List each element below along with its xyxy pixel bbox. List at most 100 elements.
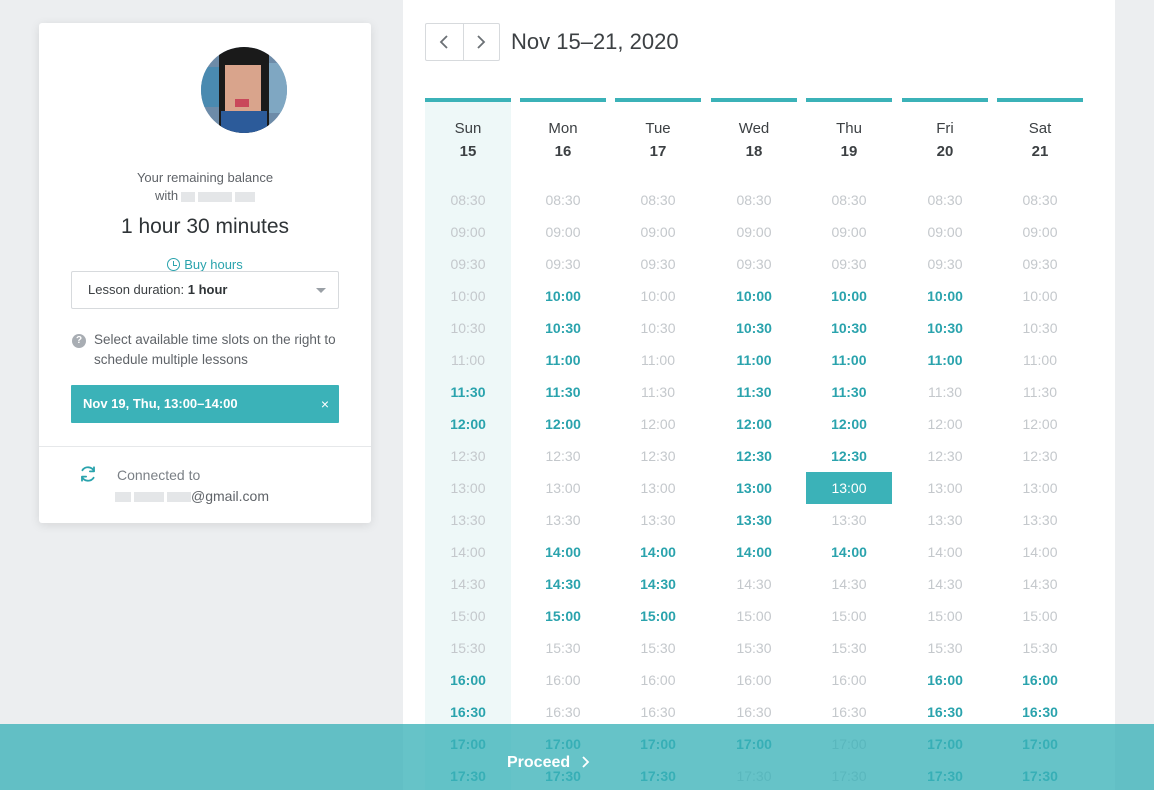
time-slot-available[interactable]: 11:00 bbox=[711, 344, 797, 376]
chevron-down-icon bbox=[316, 288, 326, 293]
balance-label: Your remaining balance bbox=[136, 170, 274, 185]
time-slot-available[interactable]: 14:00 bbox=[806, 536, 892, 568]
time-slot-selected[interactable]: 13:00 bbox=[806, 472, 892, 504]
day-header-bar bbox=[615, 98, 701, 102]
next-week-button[interactable] bbox=[462, 24, 500, 60]
time-slot-unavailable: 09:00 bbox=[736, 224, 772, 240]
sync-icon bbox=[81, 466, 95, 482]
day-name: Mon bbox=[548, 120, 578, 137]
time-slot-unavailable: 13:30 bbox=[450, 512, 486, 528]
time-slot-available[interactable]: 14:00 bbox=[520, 536, 606, 568]
day-column-sat: Sat 21 bbox=[997, 98, 1083, 160]
time-slot-available[interactable]: 12:00 bbox=[806, 408, 892, 440]
proceed-bar: Proceed bbox=[0, 724, 1154, 790]
time-slot-available[interactable]: 13:30 bbox=[711, 504, 797, 536]
time-slot-unavailable: 08:30 bbox=[831, 192, 867, 208]
prev-week-button[interactable] bbox=[426, 24, 463, 60]
time-slot-unavailable: 13:00 bbox=[1022, 480, 1058, 496]
time-slot-unavailable: 09:30 bbox=[1022, 256, 1058, 272]
time-slot-unavailable: 09:30 bbox=[545, 256, 581, 272]
day-number: 20 bbox=[936, 143, 954, 160]
lesson-duration-select[interactable]: Lesson duration: 1 hour bbox=[71, 271, 339, 309]
time-slot-available[interactable]: 15:00 bbox=[520, 600, 606, 632]
day-header-bar bbox=[711, 98, 797, 102]
time-slot-unavailable: 08:30 bbox=[1022, 192, 1058, 208]
time-slot-available[interactable]: 10:30 bbox=[806, 312, 892, 344]
day-header-bar bbox=[902, 98, 988, 102]
divider bbox=[39, 446, 371, 447]
week-title: Nov 15–21, 2020 bbox=[511, 29, 679, 54]
time-slot-available[interactable]: 14:00 bbox=[711, 536, 797, 568]
time-slot-available[interactable]: 16:00 bbox=[997, 664, 1083, 696]
day-name: Fri bbox=[936, 120, 954, 137]
time-slot-unavailable: 13:30 bbox=[545, 512, 581, 528]
time-slot-available[interactable]: 10:00 bbox=[520, 280, 606, 312]
time-slot-available[interactable]: 11:00 bbox=[806, 344, 892, 376]
day-header-bar bbox=[425, 98, 511, 102]
time-slot-unavailable: 13:00 bbox=[640, 480, 676, 496]
close-icon[interactable]: × bbox=[321, 385, 329, 423]
balance-with-label: with bbox=[154, 188, 179, 203]
time-slot-unavailable: 08:30 bbox=[545, 192, 581, 208]
time-slot-available[interactable]: 11:30 bbox=[520, 376, 606, 408]
day-header-bar bbox=[806, 98, 892, 102]
time-slot-available[interactable]: 10:00 bbox=[806, 280, 892, 312]
day-column-mon: Mon 16 bbox=[520, 98, 606, 160]
time-slot-unavailable: 09:30 bbox=[640, 256, 676, 272]
time-slot-unavailable: 15:30 bbox=[831, 640, 867, 656]
time-slot-available[interactable]: 14:30 bbox=[615, 568, 701, 600]
time-slot-unavailable: 12:00 bbox=[927, 416, 963, 432]
redacted-name bbox=[181, 191, 196, 202]
time-slot-available[interactable]: 12:30 bbox=[711, 440, 797, 472]
time-slot-available[interactable]: 16:00 bbox=[425, 664, 511, 696]
time-slot-available[interactable]: 14:00 bbox=[615, 536, 701, 568]
time-slot-available[interactable]: 11:00 bbox=[902, 344, 988, 376]
time-slot-unavailable: 09:30 bbox=[927, 256, 963, 272]
time-slot-available[interactable]: 15:00 bbox=[615, 600, 701, 632]
time-slot-unavailable: 12:30 bbox=[1022, 448, 1058, 464]
day-name: Sat bbox=[1028, 120, 1052, 137]
lesson-duration-label: Lesson duration: bbox=[88, 282, 185, 297]
time-slot-available[interactable]: 11:00 bbox=[520, 344, 606, 376]
day-number: 15 bbox=[459, 143, 477, 160]
time-slot-unavailable: 14:00 bbox=[927, 544, 963, 560]
lesson-duration-value: 1 hour bbox=[187, 282, 228, 297]
day-number: 16 bbox=[554, 143, 572, 160]
time-slot-available[interactable]: 14:30 bbox=[520, 568, 606, 600]
time-slot-unavailable: 13:00 bbox=[450, 480, 486, 496]
time-slot-unavailable: 13:30 bbox=[831, 512, 867, 528]
redacted-email bbox=[134, 492, 164, 503]
time-slot-available[interactable]: 11:30 bbox=[711, 376, 797, 408]
chevron-right-icon bbox=[581, 756, 589, 768]
time-slot-unavailable: 11:30 bbox=[928, 384, 962, 400]
time-slot-unavailable: 16:00 bbox=[831, 672, 867, 688]
time-slot-unavailable: 14:30 bbox=[736, 576, 772, 592]
time-slot-unavailable: 15:00 bbox=[736, 608, 772, 624]
time-slot-available[interactable]: 12:00 bbox=[520, 408, 606, 440]
time-slot-available[interactable]: 12:00 bbox=[425, 408, 511, 440]
time-slot-available[interactable]: 12:30 bbox=[806, 440, 892, 472]
time-slot-unavailable: 14:30 bbox=[450, 576, 486, 592]
time-slot-available[interactable]: 11:30 bbox=[806, 376, 892, 408]
time-slot-available[interactable]: 11:30 bbox=[425, 376, 511, 408]
day-header-bar bbox=[520, 98, 606, 102]
time-slot-available[interactable]: 10:30 bbox=[711, 312, 797, 344]
time-slot-unavailable: 09:00 bbox=[927, 224, 963, 240]
time-slot-available[interactable]: 10:00 bbox=[902, 280, 988, 312]
time-slot-available[interactable]: 12:00 bbox=[711, 408, 797, 440]
time-slot-available[interactable]: 10:30 bbox=[902, 312, 988, 344]
time-slot-unavailable: 11:00 bbox=[1023, 352, 1057, 368]
buy-hours-link[interactable]: Buy hours bbox=[39, 257, 371, 272]
time-slot-unavailable: 15:30 bbox=[927, 640, 963, 656]
clock-icon bbox=[167, 258, 181, 271]
time-slot-available[interactable]: 10:00 bbox=[711, 280, 797, 312]
time-slot-available[interactable]: 16:00 bbox=[902, 664, 988, 696]
time-slot-unavailable: 10:30 bbox=[450, 320, 486, 336]
time-slot-unavailable: 15:30 bbox=[545, 640, 581, 656]
proceed-button[interactable]: Proceed bbox=[507, 754, 590, 772]
time-slot-available[interactable]: 10:30 bbox=[520, 312, 606, 344]
time-slot-unavailable: 13:30 bbox=[927, 512, 963, 528]
redacted-name bbox=[235, 191, 256, 202]
time-slot-unavailable: 14:00 bbox=[450, 544, 486, 560]
time-slot-available[interactable]: 13:00 bbox=[711, 472, 797, 504]
